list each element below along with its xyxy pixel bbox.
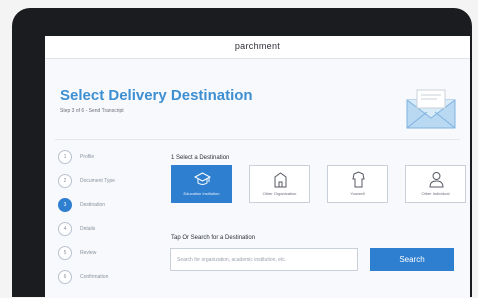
destination-card-label: Other Organization — [262, 191, 297, 196]
top-bar: parchment — [45, 36, 470, 59]
step-item[interactable]: 1 Profile — [58, 148, 168, 168]
step-label: Profile — [80, 154, 95, 160]
search-label: Tap Or Search for a Destination — [171, 235, 256, 241]
app-window: parchment Select Delivery Destination St… — [45, 36, 470, 298]
destination-card-label: Education Institution — [183, 191, 220, 196]
destination-card-yourself[interactable]: Yourself — [327, 165, 388, 203]
destination-card-label: Other Individual — [421, 191, 450, 196]
step-item-active[interactable]: 3 Destination — [58, 196, 168, 216]
step-number: 1 — [58, 150, 72, 164]
step-number: 2 — [58, 174, 72, 188]
step-label: Confirmation — [80, 274, 109, 280]
step-subtitle: Step 3 of 6 - Send Transcript — [60, 108, 124, 114]
destination-card-education[interactable]: Education Institution — [171, 165, 232, 203]
step-item[interactable]: 6 Confirmation — [58, 268, 168, 288]
step-label: Destination — [80, 202, 106, 208]
destination-cards: Education Institution Other Organization… — [171, 165, 466, 205]
step-number: 6 — [58, 270, 72, 284]
header-divider — [55, 139, 460, 140]
destination-card-organization[interactable]: Other Organization — [249, 165, 310, 203]
step-label: Details — [80, 226, 96, 232]
laptop-frame: parchment Select Delivery Destination St… — [12, 8, 472, 298]
destination-card-label: Yourself — [350, 191, 365, 196]
search-input[interactable] — [170, 248, 358, 271]
step-item[interactable]: 4 Details — [58, 220, 168, 240]
step-item[interactable]: 2 Document Type — [58, 172, 168, 192]
envelope-icon — [406, 89, 456, 129]
user-icon — [429, 172, 444, 188]
step-item[interactable]: 5 Review — [58, 244, 168, 264]
step-number: 3 — [58, 198, 72, 212]
brand-logo: parchment — [234, 41, 281, 51]
page-title: Select Delivery Destination — [60, 87, 253, 104]
person-icon — [352, 171, 365, 188]
destination-heading: 1 Select a Destination — [171, 155, 230, 161]
building-icon — [274, 172, 287, 188]
step-number: 4 — [58, 222, 72, 236]
destination-card-individual[interactable]: Other Individual — [405, 165, 466, 203]
progress-steps: 1 Profile 2 Document Type 3 Destination … — [58, 148, 168, 292]
step-label: Review — [80, 250, 97, 256]
search-button[interactable]: Search — [370, 248, 454, 271]
step-label: Document Type — [80, 178, 115, 184]
graduation-cap-icon — [194, 172, 211, 185]
step-number: 5 — [58, 246, 72, 260]
